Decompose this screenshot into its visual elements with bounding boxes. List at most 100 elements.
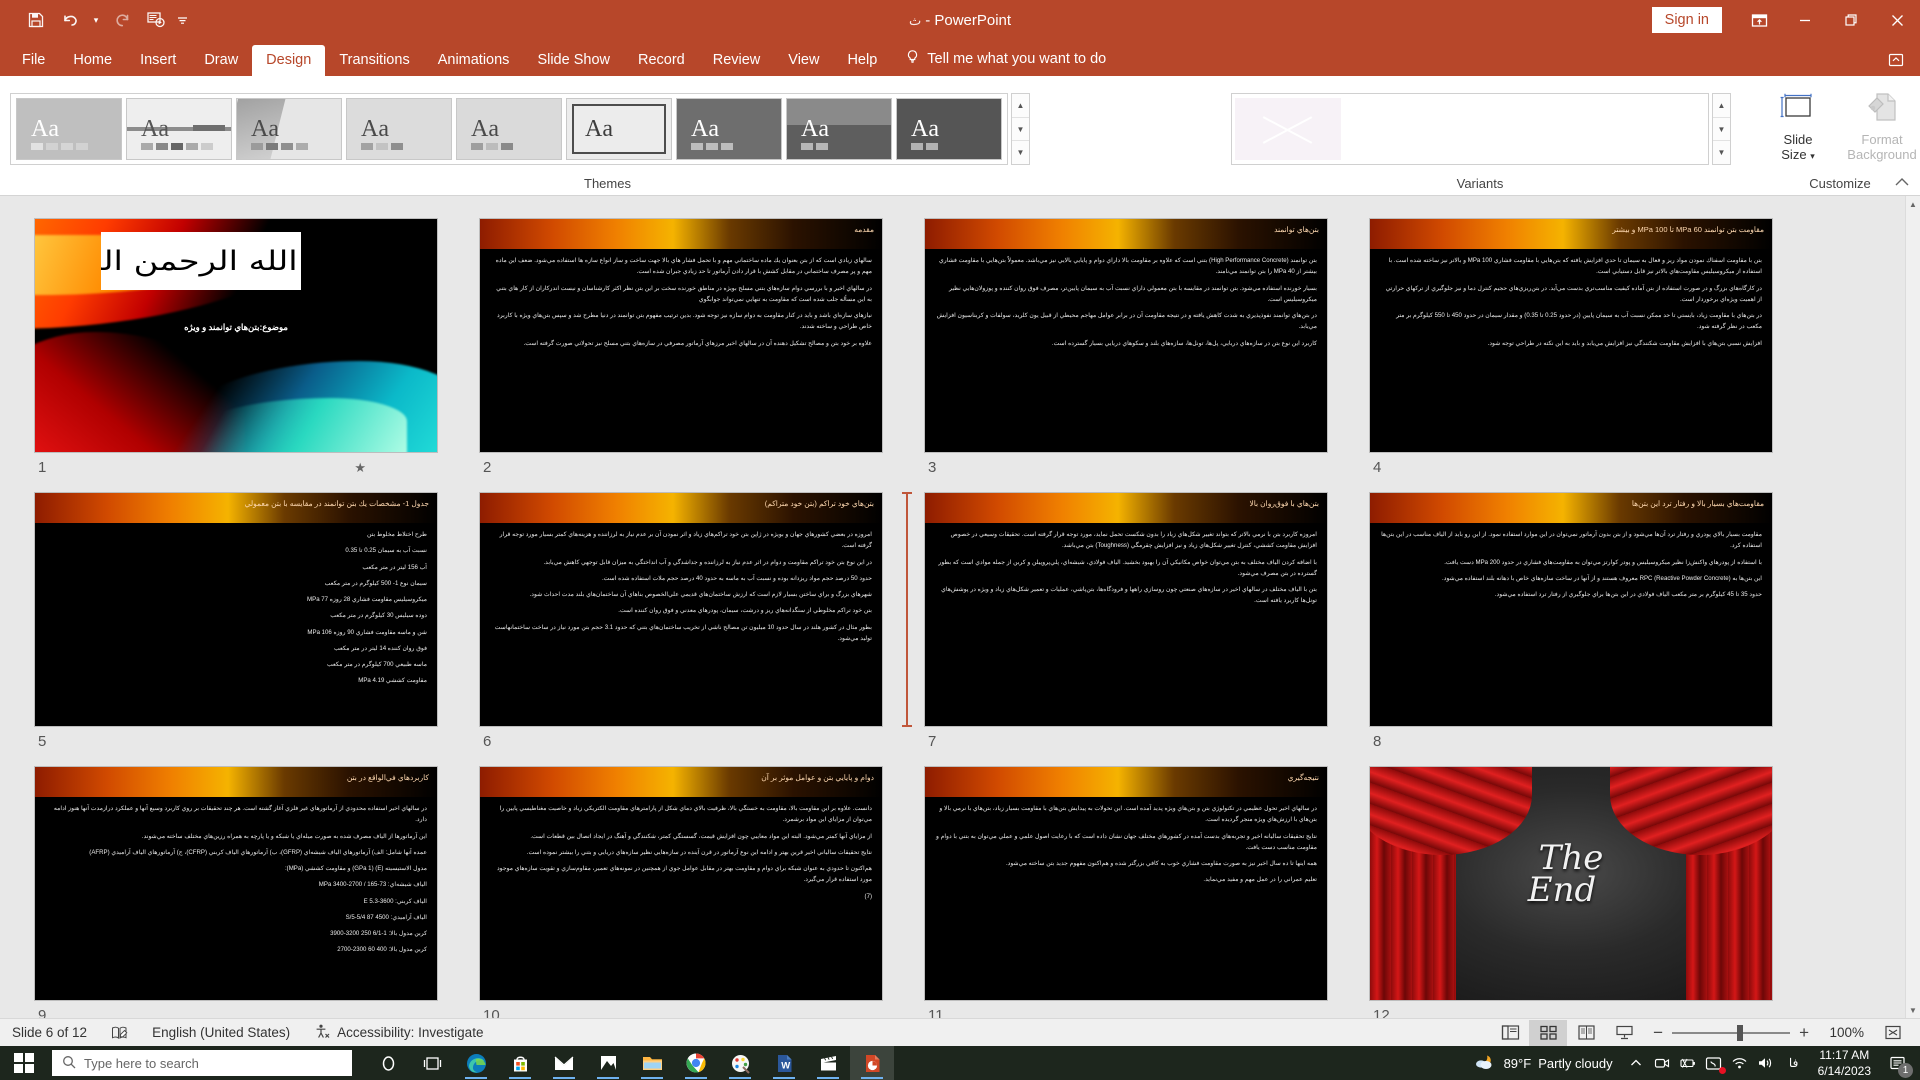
tab-help[interactable]: Help (833, 45, 891, 76)
scroll-up-icon[interactable]: ▲ (1713, 94, 1730, 118)
slide-cell-3[interactable]: بتن‌هاي توانمند بتن توانمند (High Perfor… (924, 218, 1369, 476)
restore-icon[interactable] (1828, 0, 1874, 40)
save-icon[interactable] (20, 5, 52, 35)
slide-cell-2[interactable]: مقدمه سالهاي زيادي است كه از بتن بعنوان … (479, 218, 924, 476)
tab-draw[interactable]: Draw (190, 45, 252, 76)
powerpoint-icon[interactable] (850, 1046, 894, 1080)
animation-indicator-icon[interactable]: ★ (354, 460, 366, 476)
windows-start-icon[interactable] (0, 1046, 48, 1080)
slide-cell-9[interactable]: كاربردهاي في‌الواقع در بتن در سالهاي اخي… (34, 766, 479, 1018)
sign-in-button[interactable]: Sign in (1652, 7, 1722, 33)
customize-qat-icon[interactable] (174, 5, 190, 35)
zoom-in-icon[interactable]: + (1799, 1024, 1809, 1041)
theme-thumb-banded[interactable]: Aa (126, 98, 232, 160)
slide-cell-10[interactable]: دوام و پايايي بتن و عوامل موثر بر آن دان… (479, 766, 924, 1018)
search-input[interactable]: Type here to search (52, 1050, 352, 1076)
slide-thumbnail-2[interactable]: مقدمه سالهاي زيادي است كه از بتن بعنوان … (479, 218, 883, 453)
reading-view-button[interactable] (1567, 1020, 1605, 1046)
language-indicator[interactable]: English (United States) (140, 1019, 302, 1047)
slide-sorter-pane[interactable]: بسم الله الرحمن الرحيم موضوع:بتن‌هاي توا… (0, 196, 1920, 1018)
chrome-icon[interactable] (674, 1046, 718, 1080)
network-icon[interactable] (1727, 1046, 1753, 1080)
redo-icon[interactable] (106, 5, 138, 35)
theme-thumb-wisp[interactable]: Aa (456, 98, 562, 160)
clock[interactable]: 11:17 AM 6/14/2023 (1809, 1047, 1880, 1079)
more-themes-icon[interactable]: ▼ (1012, 141, 1029, 164)
tab-insert[interactable]: Insert (126, 45, 190, 76)
tab-transitions[interactable]: Transitions (325, 45, 423, 76)
variants-gallery[interactable] (1231, 93, 1709, 165)
slide-thumbnail-7[interactable]: بتن‌هاي با فوق‌روان بالا امروزه كاربرد ب… (924, 492, 1328, 727)
slide-thumbnail-11[interactable]: نتيجه‌گيري در سالهاي اخير تحول عظيمي در … (924, 766, 1328, 1001)
camera-icon[interactable] (1649, 1046, 1675, 1080)
volume-icon[interactable] (1753, 1046, 1779, 1080)
theme-thumb-facet[interactable]: Aa (236, 98, 342, 160)
slide-show-button[interactable] (1605, 1020, 1643, 1046)
accessibility-status[interactable]: Accessibility: Investigate (302, 1019, 495, 1047)
fit-to-window-icon[interactable] (1874, 1020, 1912, 1046)
tab-home[interactable]: Home (59, 45, 126, 76)
slide-cell-5[interactable]: جدول 1- مشخصات يك بتن توانمند در مقايسه … (34, 492, 479, 750)
zoom-slider[interactable] (1672, 1032, 1790, 1034)
scroll-down-icon[interactable]: ▼ (1713, 118, 1730, 142)
slide-cell-6[interactable]: بتن‌هاي خود تراكم (بتن خود متراكم) امروز… (479, 492, 924, 750)
tab-animations[interactable]: Animations (424, 45, 524, 76)
slide-sorter-view-button[interactable] (1529, 1020, 1567, 1046)
ribbon-collapse-indicator[interactable] (1888, 46, 1920, 76)
cortana-icon[interactable] (366, 1046, 410, 1080)
microsoft-store-icon[interactable] (498, 1046, 542, 1080)
task-view-icon[interactable] (410, 1046, 454, 1080)
notes-icon[interactable] (99, 1019, 140, 1047)
slide-thumbnail-12[interactable]: The End (1369, 766, 1773, 1001)
theme-thumb-berlin[interactable]: Aa (786, 98, 892, 160)
scroll-up-icon[interactable]: ▲ (1906, 196, 1920, 212)
variant-thumb-1[interactable] (1235, 98, 1341, 160)
scroll-down-icon[interactable]: ▼ (1906, 1002, 1920, 1018)
theme-thumb-frame[interactable]: Aa (566, 98, 672, 160)
minimize-icon[interactable] (1782, 0, 1828, 40)
slide-cell-8[interactable]: مقاومت‌هاي بسيار بالا و رفتار ترد اين بت… (1369, 492, 1814, 750)
theme-thumb-dividend[interactable]: Aa (676, 98, 782, 160)
tab-view[interactable]: View (774, 45, 833, 76)
show-hidden-icons-icon[interactable] (1623, 1046, 1649, 1080)
slide-thumbnail-4[interactable]: مقاومت بتن توانمند 60 MPa تا 100 MPa و ب… (1369, 218, 1773, 453)
word-icon[interactable]: W (762, 1046, 806, 1080)
battery-icon[interactable] (1675, 1046, 1701, 1080)
slide-thumbnail-1[interactable]: بسم الله الرحمن الرحيم موضوع:بتن‌هاي توا… (34, 218, 438, 453)
slide-counter[interactable]: Slide 6 of 12 (0, 1019, 99, 1047)
start-from-beginning-icon[interactable] (140, 5, 172, 35)
movies-tv-icon[interactable] (806, 1046, 850, 1080)
tell-me-search[interactable]: Tell me what you want to do (891, 42, 1116, 76)
slide-cell-11[interactable]: نتيجه‌گيري در سالهاي اخير تحول عظيمي در … (924, 766, 1369, 1018)
tab-file[interactable]: File (8, 45, 59, 76)
scroll-down-icon[interactable]: ▼ (1012, 118, 1029, 142)
variants-gallery-scrollbar[interactable]: ▲ ▼ ▼ (1712, 93, 1731, 165)
more-variants-icon[interactable]: ▼ (1713, 141, 1730, 164)
slide-cell-4[interactable]: مقاومت بتن توانمند 60 MPa تا 100 MPa و ب… (1369, 218, 1814, 476)
tab-review[interactable]: Review (699, 45, 775, 76)
tab-slide-show[interactable]: Slide Show (523, 45, 624, 76)
photos-icon[interactable] (586, 1046, 630, 1080)
paint-icon[interactable] (718, 1046, 762, 1080)
ribbon-display-options-icon[interactable] (1736, 0, 1782, 40)
edge-icon[interactable] (454, 1046, 498, 1080)
normal-view-button[interactable] (1491, 1020, 1529, 1046)
zoom-slider-thumb[interactable] (1737, 1025, 1743, 1041)
theme-thumb-office[interactable]: Aa (16, 98, 122, 160)
tab-design[interactable]: Design (252, 45, 325, 76)
file-explorer-icon[interactable] (630, 1046, 674, 1080)
close-icon[interactable] (1874, 0, 1920, 40)
weather-widget[interactable]: 89°F Partly cloudy (1463, 1052, 1623, 1075)
slide-cell-1[interactable]: بسم الله الرحمن الرحيم موضوع:بتن‌هاي توا… (34, 218, 479, 476)
slide-thumbnail-9[interactable]: كاربردهاي في‌الواقع در بتن در سالهاي اخي… (34, 766, 438, 1001)
slide-thumbnail-6[interactable]: بتن‌هاي خود تراكم (بتن خود متراكم) امروز… (479, 492, 883, 727)
themes-gallery[interactable]: Aa Aa Aa Aa (10, 93, 1008, 165)
sorter-scrollbar[interactable]: ▲ ▼ (1905, 196, 1920, 1018)
format-background-button[interactable]: FormatBackground (1843, 86, 1920, 163)
slide-cell-12[interactable]: The End 12 (1369, 766, 1814, 1018)
zoom-out-icon[interactable]: − (1653, 1024, 1663, 1041)
notifications-icon[interactable]: 1 (1880, 1046, 1914, 1080)
theme-thumb-celestial[interactable]: Aa (896, 98, 1002, 160)
theme-thumb-ion[interactable]: Aa (346, 98, 452, 160)
slide-thumbnail-3[interactable]: بتن‌هاي توانمند بتن توانمند (High Perfor… (924, 218, 1328, 453)
